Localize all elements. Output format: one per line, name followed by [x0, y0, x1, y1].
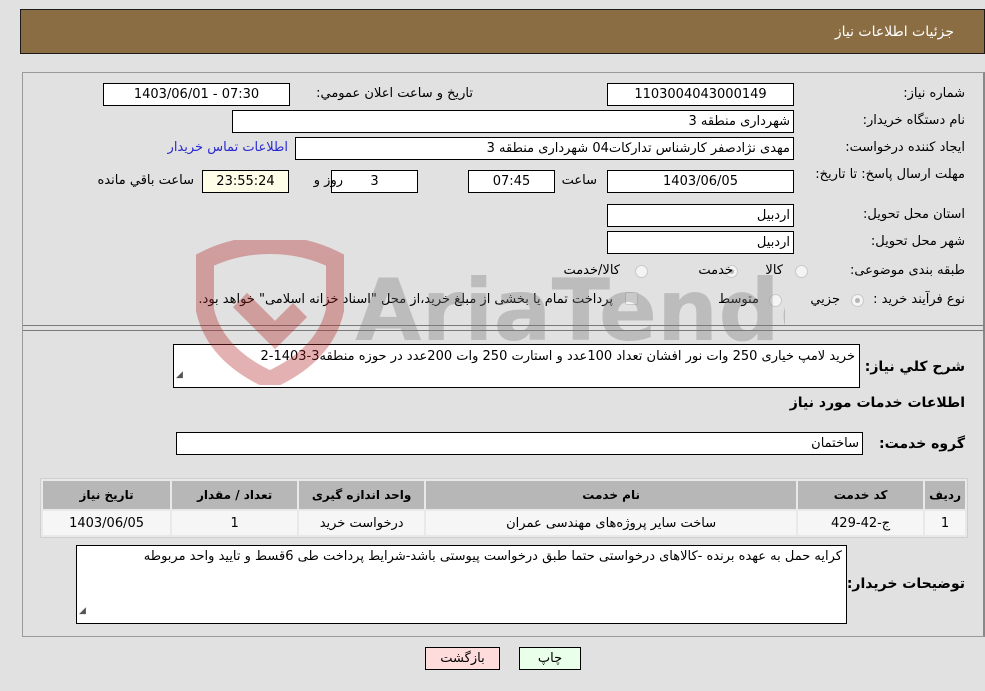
requester-field: مهدی نژادصفر کارشناس تدارکات04 شهرداری م…: [295, 137, 794, 160]
announce-datetime-label: تاریخ و ساعت اعلان عمومي:: [316, 86, 473, 101]
announce-datetime-field: 1403/06/01 - 07:30: [103, 83, 290, 106]
col-header-service-name: نام خدمت: [426, 481, 797, 509]
service-group-field: ساختمان: [176, 432, 863, 455]
summary-textarea[interactable]: خرید لامپ خیاری 250 وات نور افشان تعداد …: [173, 344, 860, 388]
buyer-contact-link[interactable]: اطلاعات تماس خريدار: [168, 140, 288, 155]
cell-unit: درخواست خريد: [299, 511, 425, 535]
resize-grip-icon[interactable]: ◢: [176, 365, 183, 386]
divider: [23, 325, 984, 326]
need-number-label: شماره نیاز:: [903, 86, 965, 101]
treasury-checkbox-label: پرداخت تمام یا بخشی از مبلغ خرید،از محل …: [198, 292, 613, 307]
col-header-unit: واحد اندازه گيری: [299, 481, 425, 509]
buyer-org-field: شهرداری منطقه 3: [232, 110, 794, 133]
table-header-row: رديف کد خدمت نام خدمت واحد اندازه گيری ت…: [43, 481, 965, 509]
category-radio-goods[interactable]: [795, 265, 808, 278]
purchase-type-radio-minor[interactable]: [851, 294, 864, 307]
deadline-label: مهلت ارسال پاسخ: تا تاریخ:: [815, 167, 965, 182]
print-button[interactable]: چاپ: [519, 647, 581, 670]
buyer-org-label: نام دستگاه خريدار:: [862, 113, 965, 128]
divider: [23, 330, 984, 331]
col-header-quantity: تعداد / مقدار: [172, 481, 298, 509]
resize-grip-icon[interactable]: ◢: [79, 601, 86, 622]
col-header-need-date: تاريخ نياز: [43, 481, 171, 509]
deadline-time-label: ساعت: [561, 173, 597, 188]
table-row: 1 ج-42-429 ساخت سایر پروژه‌های مهندسی عم…: [43, 511, 965, 535]
cell-need-date: 1403/06/05: [43, 511, 171, 535]
deadline-date-field: 1403/06/05: [607, 170, 794, 193]
time-remaining-field: 23:55:24: [202, 170, 289, 193]
col-header-row-number: رديف: [925, 481, 965, 509]
services-section-title: اطلاعات خدمات مورد نياز: [789, 395, 965, 411]
days-label: روز و: [313, 173, 343, 188]
buyer-notes-label: توضيحات خريدار:: [846, 576, 965, 592]
category-label: طبقه بندی موضوعی:: [849, 263, 965, 278]
treasury-checkbox[interactable]: [625, 292, 638, 305]
province-field: اردبیل: [607, 204, 794, 227]
purchase-type-label: نوع فرآیند خرید :: [873, 292, 965, 307]
deadline-time-field: 07:45: [468, 170, 555, 193]
category-option-goods-label: کالا: [765, 263, 783, 278]
time-remaining-label: ساعت باقي مانده: [97, 173, 194, 188]
cell-row-number: 1: [925, 511, 965, 535]
category-option-service-label: خدمت: [698, 263, 733, 278]
need-details-panel: شماره نیاز: 1103004043000149 تاریخ و ساع…: [22, 72, 985, 637]
city-label: شهر محل تحویل:: [870, 234, 965, 249]
category-radio-goods-service[interactable]: [635, 265, 648, 278]
cell-service-code: ج-42-429: [798, 511, 924, 535]
purchase-type-minor-label: جزيي: [810, 292, 840, 307]
services-table: رديف کد خدمت نام خدمت واحد اندازه گيری ت…: [40, 478, 968, 538]
city-field: اردبیل: [607, 231, 794, 254]
page-title: جزئیات اطلاعات نیاز: [834, 24, 954, 40]
need-number-field: 1103004043000149: [607, 83, 794, 106]
days-remaining-field: 3: [331, 170, 418, 193]
col-header-service-code: کد خدمت: [798, 481, 924, 509]
purchase-type-medium-label: متوسط: [718, 292, 759, 307]
summary-label: شرح کلي نياز:: [864, 359, 965, 375]
buyer-notes-text: کرایه حمل به عهده برنده -کالاهای درخواست…: [143, 549, 842, 564]
service-group-label: گروه خدمت:: [879, 436, 965, 452]
purchase-type-radio-medium[interactable]: [769, 294, 782, 307]
province-label: استان محل تحویل:: [863, 207, 965, 222]
buyer-notes-textarea[interactable]: کرایه حمل به عهده برنده -کالاهای درخواست…: [76, 545, 847, 624]
page-header: جزئیات اطلاعات نیاز: [20, 9, 985, 54]
summary-text: خرید لامپ خیاری 250 وات نور افشان تعداد …: [260, 349, 855, 364]
cell-service-name: ساخت سایر پروژه‌های مهندسی عمران: [426, 511, 797, 535]
category-option-goods-service-label: کالا/خدمت: [563, 263, 620, 278]
cell-quantity: 1: [172, 511, 298, 535]
back-button[interactable]: بازگشت: [425, 647, 500, 670]
requester-label: ایجاد کننده درخواست:: [845, 140, 965, 155]
